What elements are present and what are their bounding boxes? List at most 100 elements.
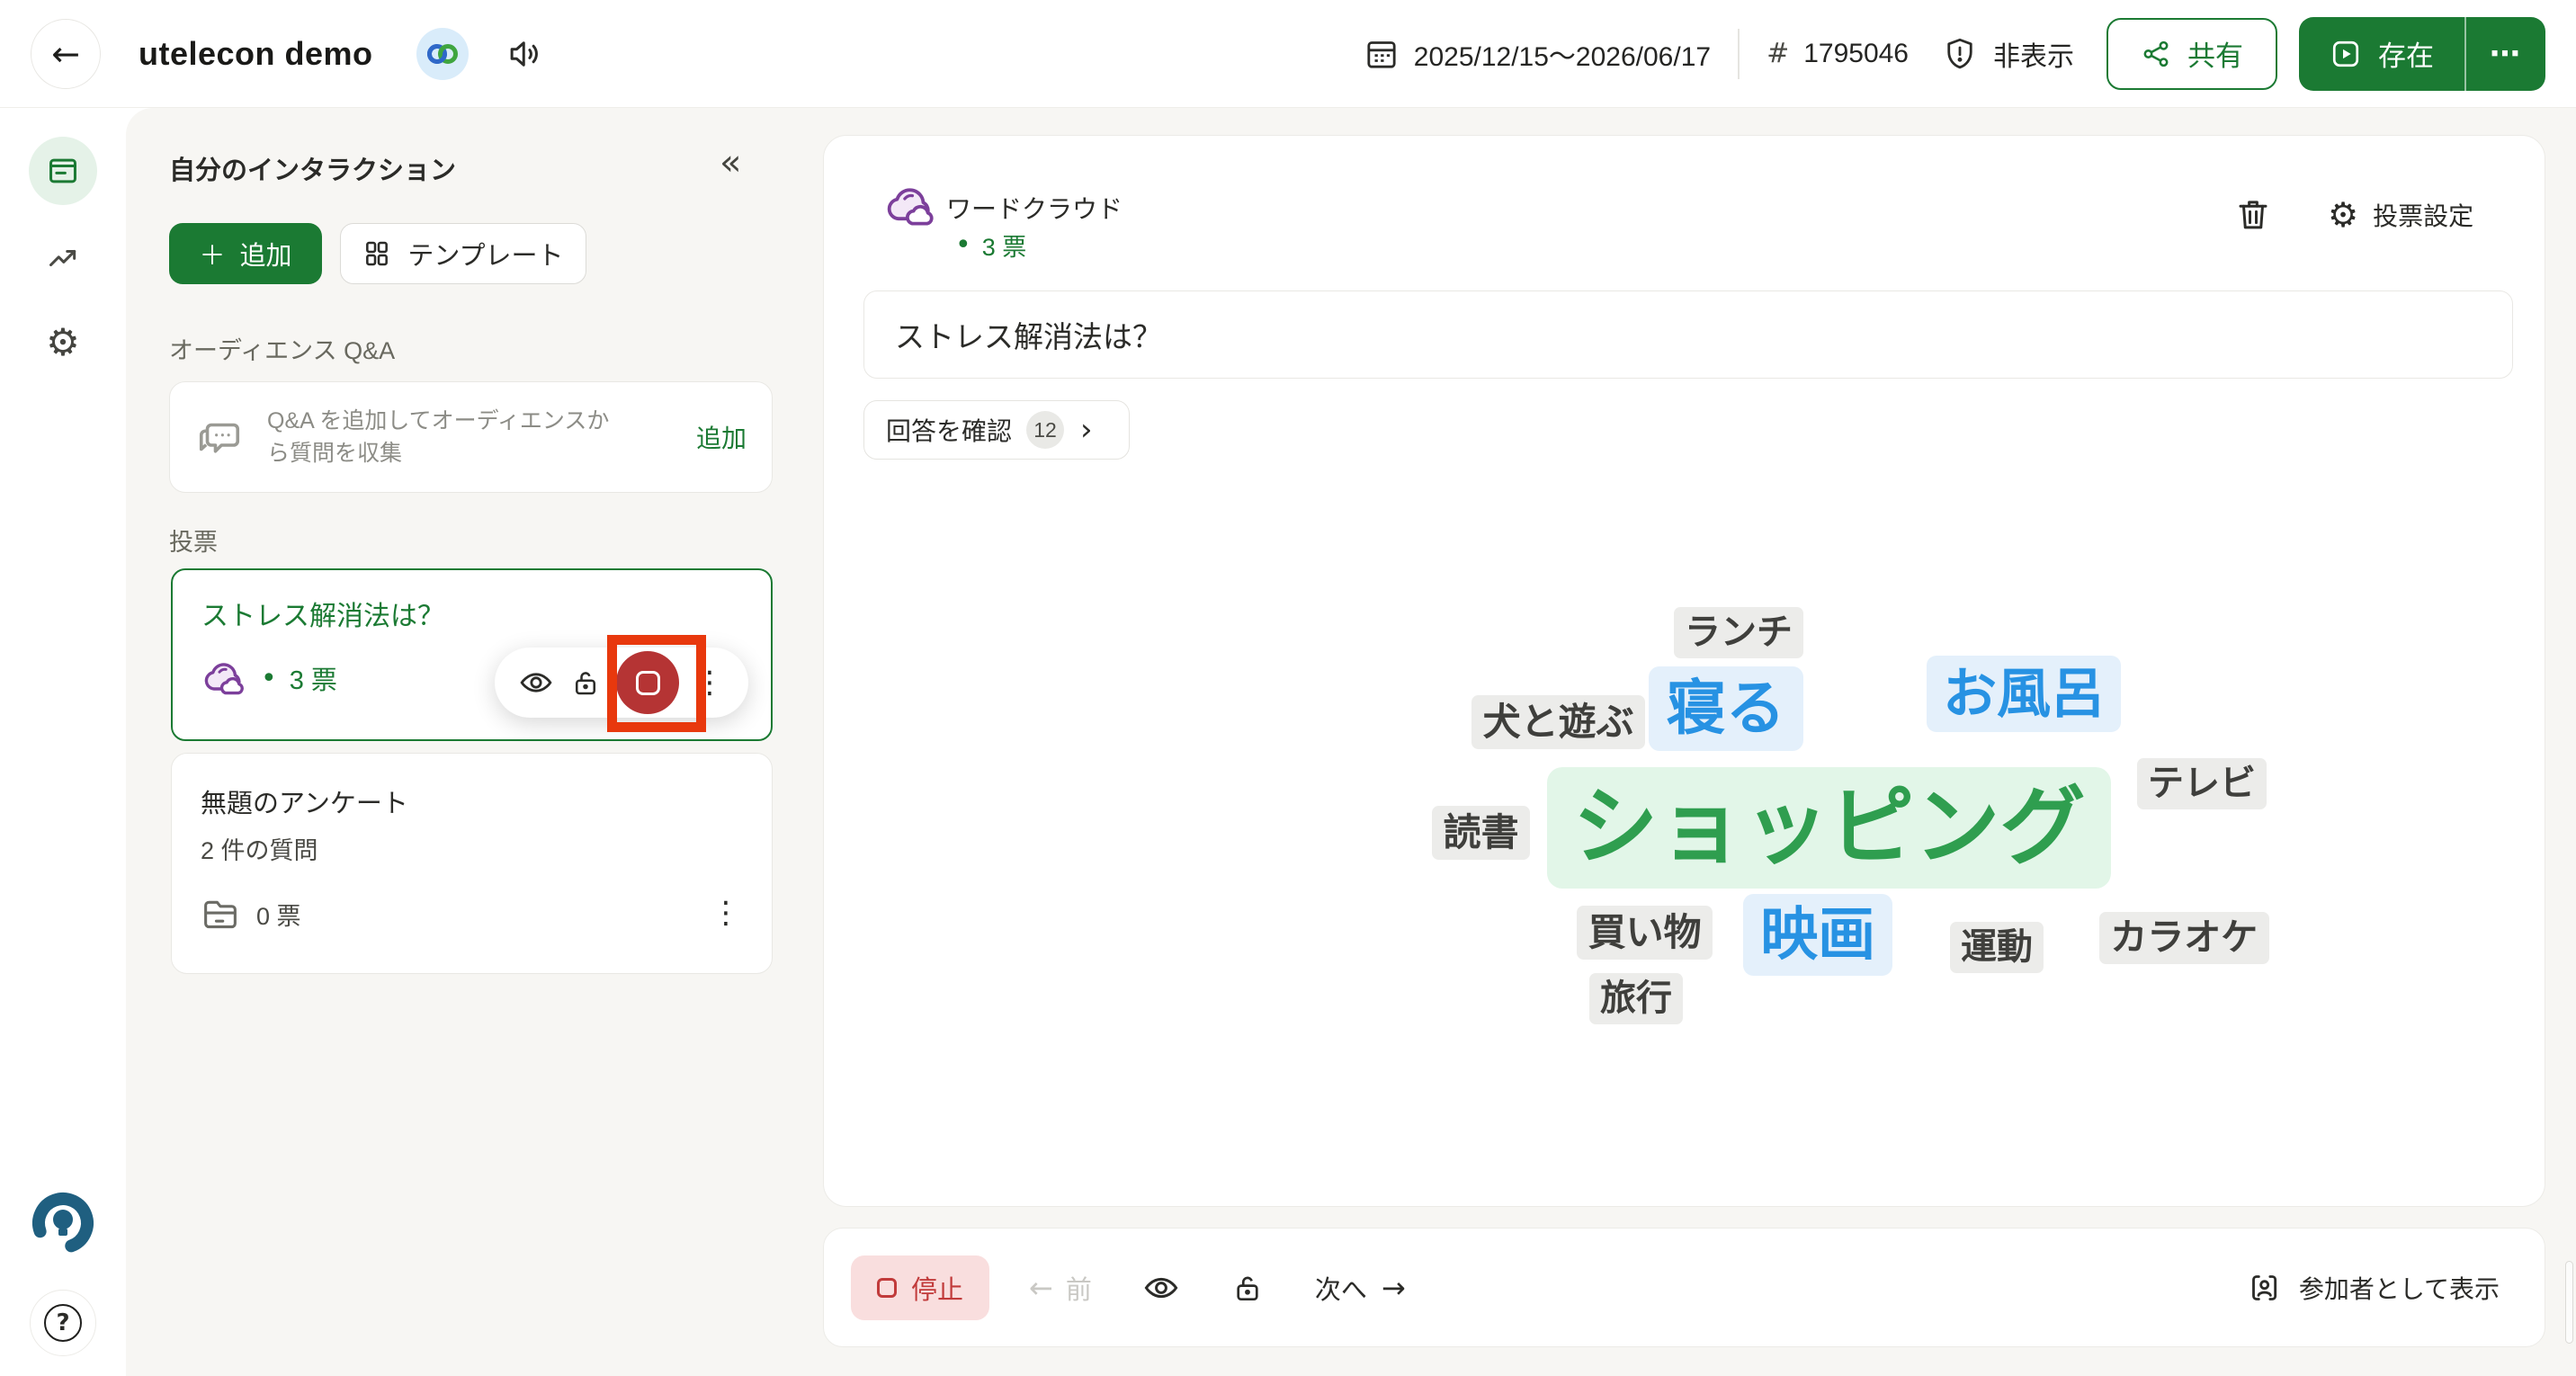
survey-kebab-menu[interactable]: ⋮ — [711, 898, 741, 928]
word-cloud-word: テレビ — [2137, 758, 2267, 809]
poll-card-active[interactable]: ストレス解消法は？ • 3 票 ⋮ — [171, 568, 773, 741]
hash-icon: # — [1767, 38, 1789, 69]
stop-label: 停止 — [911, 1269, 963, 1307]
next-label: 次へ — [1315, 1269, 1367, 1307]
visibility-label: 非表示 — [1993, 34, 2074, 74]
template-button[interactable]: テンプレート — [340, 223, 586, 284]
next-button[interactable]: 次へ → — [1315, 1269, 1406, 1307]
toggle-results-button[interactable] — [1142, 1269, 1180, 1307]
view-as-participant-label: 参加者として表示 — [2299, 1270, 2500, 1306]
chat-bubbles-icon — [195, 413, 244, 461]
share-button[interactable]: 共有 — [2106, 18, 2277, 90]
previous-button[interactable]: ← 前 — [1029, 1269, 1092, 1307]
back-arrow-icon: ← — [51, 34, 80, 74]
app-window: ← utelecon demo 2 — [0, 0, 2576, 1376]
survey-card-meta: 0 票 — [201, 896, 301, 932]
webex-logo-icon — [426, 40, 459, 67]
header-divider — [1738, 29, 1740, 79]
gear-icon: ⚙ — [46, 320, 80, 364]
event-dates: 2025/12/15〜2026/06/17 — [1364, 34, 1711, 74]
word-cloud-word: ショッピング — [1547, 767, 2111, 889]
add-interaction-button[interactable]: ＋ 追加 — [169, 223, 322, 284]
share-icon — [2141, 39, 2171, 69]
scrollbar-thumb[interactable] — [2565, 1261, 2573, 1344]
survey-card-title: 無題のアンケート — [201, 782, 408, 820]
live-dot-icon: • — [261, 663, 277, 694]
word-cloud-word: 映画 — [1743, 894, 1892, 976]
webex-integration-icon[interactable] — [416, 28, 469, 80]
present-more-button[interactable]: ⋯ — [2466, 17, 2545, 91]
word-cloud-word: 旅行 — [1589, 973, 1683, 1024]
present-play-icon — [2330, 38, 2362, 70]
previous-label: 前 — [1066, 1269, 1092, 1307]
polls-section-label: 投票 — [169, 523, 218, 558]
poll-card-title: ストレス解消法は？ — [201, 594, 444, 633]
qa-section-label: オーディエンス Q&A — [169, 331, 395, 366]
announcement-icon[interactable] — [506, 35, 544, 73]
qa-add-link[interactable]: 追加 — [696, 419, 747, 455]
arrow-right-icon: → — [1382, 1271, 1406, 1305]
word-cloud-word: 運動 — [1950, 922, 2044, 973]
stop-button[interactable]: 停止 — [851, 1255, 989, 1320]
more-icon: ⋯ — [2490, 36, 2522, 72]
nav-rail: ⚙ ? — [0, 108, 126, 1376]
share-label: 共有 — [2187, 33, 2243, 74]
event-title: utelecon demo — [139, 35, 373, 73]
word-cloud-word: お風呂 — [1927, 656, 2121, 732]
event-code: # 1795046 — [1767, 38, 1909, 69]
word-cloud-word: 買い物 — [1577, 906, 1713, 960]
lock-icon — [1230, 1271, 1265, 1305]
lock-icon[interactable] — [569, 666, 602, 699]
rail-settings-item[interactable]: ⚙ — [46, 320, 80, 364]
word-cloud-word: 読書 — [1432, 806, 1530, 860]
plus-icon: ＋ — [199, 235, 225, 273]
back-button[interactable]: ← — [31, 19, 101, 89]
eye-icon — [1142, 1269, 1180, 1307]
survey-card[interactable]: 無題のアンケート 2 件の質問 0 票 ⋮ — [171, 753, 773, 974]
event-date-range: 2025/12/15〜2026/06/17 — [1414, 34, 1711, 74]
word-cloud-word: 犬と遊ぶ — [1471, 695, 1645, 749]
survey-card-questions: 2 件の質問 — [201, 831, 318, 866]
participant-view-icon — [2247, 1270, 2283, 1306]
slido-logo — [29, 1189, 97, 1257]
help-button[interactable]: ? — [30, 1290, 96, 1356]
word-cloud-icon — [201, 658, 248, 698]
rail-interactions-item[interactable] — [29, 137, 97, 205]
stop-square-icon — [877, 1278, 897, 1298]
qa-add-card[interactable]: Q&A を追加してオーディエンスから質問を収集 追加 — [169, 381, 773, 493]
help-icon: ? — [44, 1304, 82, 1342]
event-code-value: 1795046 — [1803, 39, 1909, 69]
visibility-status[interactable]: 非表示 — [1941, 34, 2074, 74]
lock-voting-button[interactable] — [1230, 1271, 1265, 1305]
template-grid-icon — [362, 239, 391, 268]
calendar-icon — [1364, 36, 1400, 72]
view-as-participant-button[interactable]: 参加者として表示 — [2247, 1270, 2500, 1306]
folder-icon — [201, 896, 240, 932]
word-cloud-word: 寝る — [1649, 666, 1803, 751]
interactions-icon — [46, 154, 80, 188]
poll-detail-card: ワードクラウド • 3 票 ⚙ 投票設定 ストレス解消法は？ 回答を確認 12 … — [823, 135, 2545, 1207]
present-button-group: 存在 ⋯ — [2299, 17, 2545, 91]
top-header: ← utelecon demo 2 — [0, 0, 2576, 108]
template-label: テンプレート — [407, 235, 563, 273]
present-button[interactable]: 存在 — [2299, 17, 2464, 91]
word-cloud: ランチ寝る お風呂犬と遊ぶテレビ読書ショッピング買い物映画 運動 カラオケ旅行 — [824, 136, 2545, 1206]
annotation-highlight-box — [607, 635, 706, 732]
shield-alert-icon — [1941, 35, 1979, 73]
eye-icon[interactable] — [518, 665, 554, 701]
arrow-left-icon: ← — [1029, 1271, 1053, 1305]
poll-card-votes: 3 票 — [290, 659, 337, 697]
add-label: 追加 — [240, 235, 292, 273]
word-cloud-word: カラオケ — [2099, 912, 2269, 964]
trending-up-icon — [46, 243, 80, 277]
poll-card-meta: • 3 票 — [201, 658, 337, 698]
rail-analytics-item[interactable] — [46, 243, 80, 277]
panel-title: 自分のインタラクション — [169, 149, 456, 187]
slido-logo-icon — [29, 1189, 97, 1257]
survey-card-votes: 0 票 — [256, 897, 301, 932]
collapse-panel-button[interactable]: « — [720, 142, 741, 183]
word-cloud-word: ランチ — [1674, 607, 1803, 658]
present-label: 存在 — [2378, 33, 2434, 74]
presentation-control-bar: 停止 ← 前 次へ → — [823, 1228, 2545, 1347]
qa-card-text: Q&A を追加してオーディエンスから質問を収集 — [267, 405, 627, 470]
